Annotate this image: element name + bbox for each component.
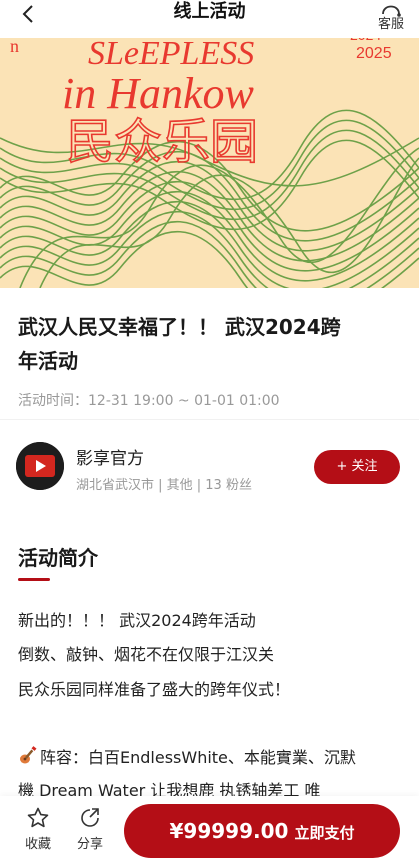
favorite-label: 收藏	[24, 837, 51, 852]
pay-now-button[interactable]: ¥99999.00 立即支付	[124, 804, 400, 858]
play-logo-icon	[16, 442, 64, 490]
poster-line-2: in Hankow	[62, 69, 255, 118]
organizer-name[interactable]: 影享官方	[76, 444, 144, 469]
page-title: 线上活动	[173, 1, 246, 22]
customer-service-button[interactable]: 客服	[373, 0, 409, 34]
page: 线上活动 客服 n SLeEPLESS in Hankow 民众乐园 2025 …	[0, 0, 419, 864]
event-title: 武汉人民又幸福了！！ 武汉2024跨 年活动	[18, 310, 398, 378]
intro-heading-underline	[18, 578, 50, 581]
intro-line: 倒数、敲钟、烟花不在仅限于江汉关	[18, 645, 275, 664]
poster-year-top: 2024	[350, 38, 381, 43]
share-label: 分享	[76, 837, 103, 852]
event-title-line-2: 年活动	[18, 349, 78, 373]
star-icon	[27, 807, 49, 828]
poster-year: 2025	[356, 45, 392, 62]
intro-lineup-text: 阵容：白百EndlessWhite、本能實業、沉默	[40, 748, 356, 767]
poster-chinese-title: 民众乐园	[66, 114, 258, 170]
divider	[0, 419, 419, 420]
top-nav-bar: 线上活动 客服	[0, 0, 419, 38]
headset-icon	[382, 5, 401, 17]
event-title-line-1: 武汉人民又幸福了！！ 武汉2024跨	[18, 315, 341, 339]
price: ¥99999.00	[169, 819, 289, 843]
intro-line: 新出的！！！ 武汉2024跨年活动	[18, 611, 256, 630]
event-banner: n SLeEPLESS in Hankow 民众乐园 2024 2025	[0, 38, 419, 288]
favorite-button[interactable]: 收藏	[18, 806, 58, 852]
organizer-meta: 湖北省武汉市 | 其他 | 13 粉丝	[76, 478, 252, 493]
bottom-action-bar: 收藏 分享 ¥99999.00 立即支付	[0, 796, 419, 864]
intro-lineup: 阵容：白百EndlessWhite、本能實業、沉默	[18, 746, 356, 769]
customer-service-label: 客服	[377, 17, 404, 32]
follow-button[interactable]: + 关注	[314, 450, 400, 484]
pay-now-label: 立即支付	[294, 824, 355, 842]
guitar-icon	[20, 746, 37, 764]
event-poster-image: n SLeEPLESS in Hankow 民众乐园 2024 2025	[0, 38, 419, 288]
organizer-avatar[interactable]	[16, 442, 64, 490]
share-icon	[81, 808, 99, 827]
poster-line-1: SLeEPLESS	[88, 38, 254, 72]
intro-line: 民众乐园同样准备了盛大的跨年仪式！	[18, 680, 291, 699]
poster-corner-mark: n	[10, 38, 19, 56]
share-button[interactable]: 分享	[70, 806, 110, 852]
intro-heading: 活动简介	[18, 546, 98, 570]
event-time: 活动时间：12-31 19:00 ~ 01-01 01:00	[18, 393, 280, 409]
